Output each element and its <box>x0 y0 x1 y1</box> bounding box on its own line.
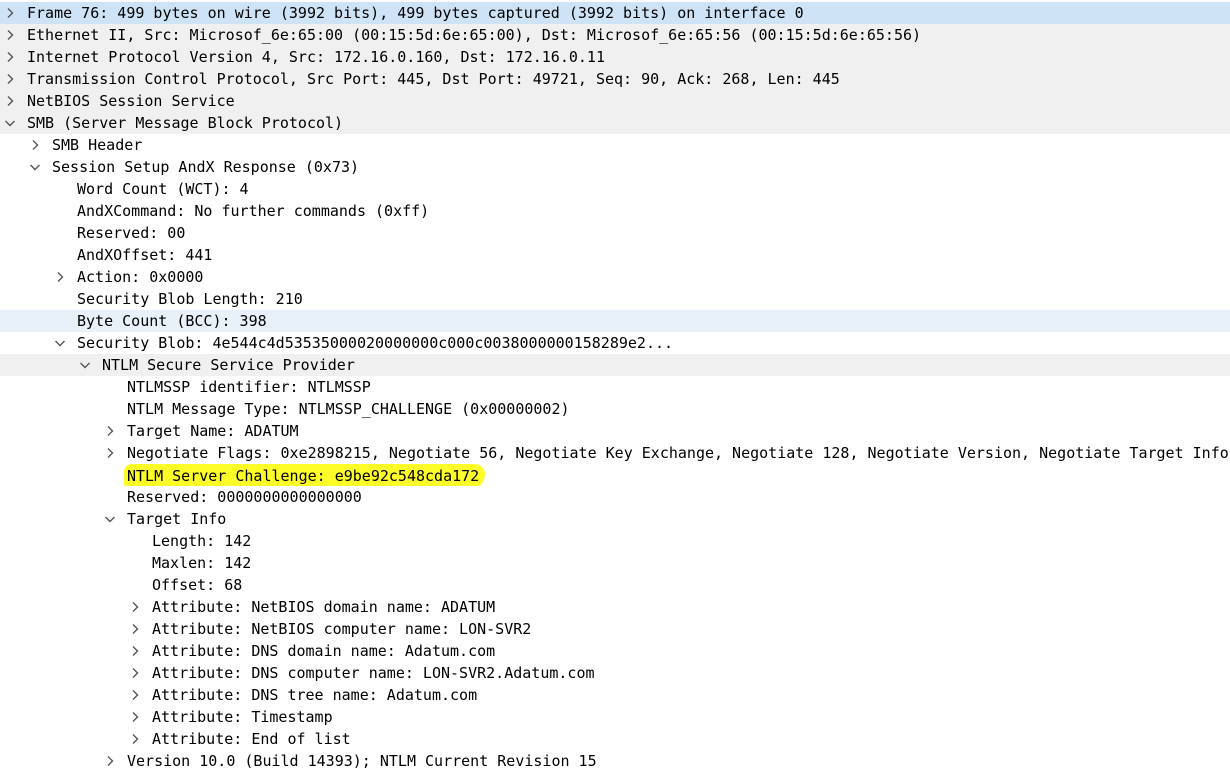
chevron-right-icon[interactable] <box>4 90 18 112</box>
tree-row[interactable]: Negotiate Flags: 0xe2898215, Negotiate 5… <box>0 442 1230 464</box>
tree-row-label: Negotiate Flags: 0xe2898215, Negotiate 5… <box>127 444 1230 462</box>
tree-row-label: SMB (Server Message Block Protocol) <box>27 114 344 132</box>
chevron-down-icon[interactable] <box>29 156 43 178</box>
tree-row-label: Internet Protocol Version 4, Src: 172.16… <box>27 48 605 66</box>
tree-row[interactable]: Offset: 68 <box>0 574 1230 596</box>
tree-row[interactable]: Attribute: DNS computer name: LON-SVR2.A… <box>0 662 1230 684</box>
chevron-right-icon[interactable] <box>4 68 18 90</box>
tree-row[interactable]: Attribute: Timestamp <box>0 706 1230 728</box>
tree-row[interactable]: AndXOffset: 441 <box>0 244 1230 266</box>
tree-row-label: Attribute: DNS domain name: Adatum.com <box>152 642 496 660</box>
tree-row[interactable]: SMB (Server Message Block Protocol) <box>0 112 1230 134</box>
chevron-down-icon[interactable] <box>104 508 118 530</box>
tree-row-label: Attribute: DNS tree name: Adatum.com <box>152 686 478 704</box>
tree-row[interactable]: NTLM Server Challenge: e9be92c548cda172 <box>0 464 1230 486</box>
tree-row-label: Byte Count (BCC): 398 <box>77 312 267 330</box>
tree-row-label: NTLMSSP identifier: NTLMSSP <box>127 378 371 396</box>
tree-row-label: Frame 76: 499 bytes on wire (3992 bits),… <box>27 4 804 22</box>
chevron-right-icon[interactable] <box>129 640 143 662</box>
tree-row[interactable]: Security Blob: 4e544c4d53535000020000000… <box>0 332 1230 354</box>
chevron-right-icon[interactable] <box>129 728 143 750</box>
tree-row-label: AndXCommand: No further commands (0xff) <box>77 202 430 220</box>
chevron-down-icon[interactable] <box>79 354 93 376</box>
tree-row-label: AndXOffset: 441 <box>77 246 213 264</box>
chevron-right-icon[interactable] <box>129 662 143 684</box>
tree-row[interactable]: Reserved: 00 <box>0 222 1230 244</box>
tree-row[interactable]: NTLM Message Type: NTLMSSP_CHALLENGE (0x… <box>0 398 1230 420</box>
tree-row[interactable]: Attribute: NetBIOS computer name: LON-SV… <box>0 618 1230 640</box>
chevron-right-icon[interactable] <box>129 618 143 640</box>
chevron-right-icon[interactable] <box>129 706 143 728</box>
chevron-right-icon[interactable] <box>129 684 143 706</box>
tree-row[interactable]: Ethernet II, Src: Microsof_6e:65:00 (00:… <box>0 24 1230 46</box>
chevron-right-icon[interactable] <box>4 2 18 24</box>
tree-row[interactable]: AndXCommand: No further commands (0xff) <box>0 200 1230 222</box>
tree-row-label: Ethernet II, Src: Microsof_6e:65:00 (00:… <box>27 26 922 44</box>
tree-row[interactable]: Internet Protocol Version 4, Src: 172.16… <box>0 46 1230 68</box>
tree-row-label: Reserved: 00 <box>77 224 186 242</box>
tree-row[interactable]: NTLMSSP identifier: NTLMSSP <box>0 376 1230 398</box>
tree-row[interactable]: Version 10.0 (Build 14393); NTLM Current… <box>0 750 1230 772</box>
tree-row-label: Offset: 68 <box>152 576 243 594</box>
tree-row[interactable]: Frame 76: 499 bytes on wire (3992 bits),… <box>0 2 1230 24</box>
tree-row-label: Transmission Control Protocol, Src Port:… <box>27 70 840 88</box>
chevron-right-icon[interactable] <box>54 266 68 288</box>
tree-row[interactable]: Target Name: ADATUM <box>0 420 1230 442</box>
chevron-down-icon[interactable] <box>54 332 68 354</box>
tree-row-label: Security Blob: 4e544c4d53535000020000000… <box>77 334 674 352</box>
tree-row[interactable]: Attribute: DNS domain name: Adatum.com <box>0 640 1230 662</box>
tree-row[interactable]: Transmission Control Protocol, Src Port:… <box>0 68 1230 90</box>
packet-details-tree: Frame 76: 499 bytes on wire (3992 bits),… <box>0 0 1230 775</box>
tree-row-label: Reserved: 0000000000000000 <box>127 488 362 506</box>
tree-row-label: Version 10.0 (Build 14393); NTLM Current… <box>127 752 597 770</box>
tree-row[interactable]: Action: 0x0000 <box>0 266 1230 288</box>
tree-row-label: Maxlen: 142 <box>152 554 252 572</box>
tree-row[interactable]: NTLM Secure Service Provider <box>0 354 1230 376</box>
tree-row-label: SMB Header <box>52 136 143 154</box>
tree-row[interactable]: SMB Header <box>0 134 1230 156</box>
tree-row-label: Attribute: NetBIOS domain name: ADATUM <box>152 598 496 616</box>
tree-row-label: Attribute: NetBIOS computer name: LON-SV… <box>152 620 532 638</box>
tree-row[interactable]: Security Blob Length: 210 <box>0 288 1230 310</box>
tree-row-label: Session Setup AndX Response (0x73) <box>52 158 360 176</box>
chevron-right-icon[interactable] <box>129 596 143 618</box>
tree-row-label: NetBIOS Session Service <box>27 92 235 110</box>
chevron-right-icon[interactable] <box>104 442 118 464</box>
tree-row-label: Length: 142 <box>152 532 252 550</box>
chevron-right-icon[interactable] <box>29 134 43 156</box>
chevron-right-icon[interactable] <box>4 46 18 68</box>
tree-row-label: NTLM Secure Service Provider <box>102 356 355 374</box>
tree-row[interactable]: Length: 142 <box>0 530 1230 552</box>
tree-row[interactable]: Attribute: DNS tree name: Adatum.com <box>0 684 1230 706</box>
tree-row-label: Attribute: DNS computer name: LON-SVR2.A… <box>152 664 595 682</box>
tree-row[interactable]: Byte Count (BCC): 398 <box>0 310 1230 332</box>
tree-row-label: Action: 0x0000 <box>77 268 204 286</box>
chevron-down-icon[interactable] <box>4 112 18 134</box>
chevron-right-icon[interactable] <box>104 420 118 442</box>
tree-row-label: Word Count (WCT): 4 <box>77 180 249 198</box>
tree-row-label: Security Blob Length: 210 <box>77 290 303 308</box>
tree-row-label: Attribute: Timestamp <box>152 708 333 726</box>
tree-row[interactable]: Attribute: End of list <box>0 728 1230 750</box>
tree-row[interactable]: Reserved: 0000000000000000 <box>0 486 1230 508</box>
tree-row[interactable]: Word Count (WCT): 4 <box>0 178 1230 200</box>
tree-row[interactable]: Target Info <box>0 508 1230 530</box>
tree-row-label: Target Name: ADATUM <box>127 422 299 440</box>
highlighted-field-label: NTLM Server Challenge: e9be92c548cda172 <box>124 464 486 486</box>
tree-row-label: Target Info <box>127 510 227 528</box>
tree-row[interactable]: NetBIOS Session Service <box>0 90 1230 112</box>
tree-row[interactable]: Attribute: NetBIOS domain name: ADATUM <box>0 596 1230 618</box>
tree-row-label: Attribute: End of list <box>152 730 351 748</box>
tree-row[interactable]: Maxlen: 142 <box>0 552 1230 574</box>
chevron-right-icon[interactable] <box>4 24 18 46</box>
tree-row[interactable]: Session Setup AndX Response (0x73) <box>0 156 1230 178</box>
tree-row-label: NTLM Message Type: NTLMSSP_CHALLENGE (0x… <box>127 400 570 418</box>
chevron-right-icon[interactable] <box>104 750 118 772</box>
